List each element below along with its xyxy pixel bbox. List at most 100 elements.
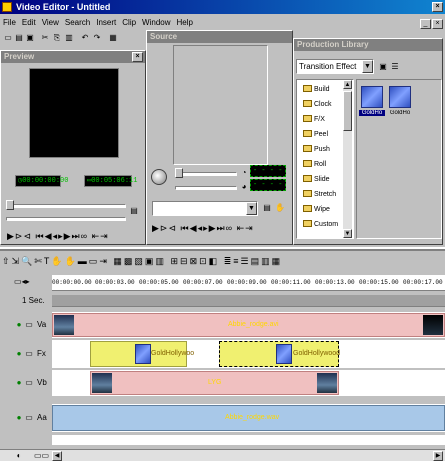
trim-tool-icon[interactable]: ⇲	[12, 256, 22, 266]
fit-icon[interactable]: ▤	[251, 256, 262, 266]
scroll-up-icon[interactable]: ▲	[343, 80, 352, 89]
track-ab-lane[interactable]	[52, 435, 445, 445]
menu-minimize-button[interactable]: _	[420, 19, 431, 29]
preview-scrub-slider[interactable]	[6, 204, 126, 208]
mask-tool-icon[interactable]: ▣	[145, 256, 156, 266]
track-lock-icon[interactable]: ▭	[24, 320, 34, 330]
source-next-icon[interactable]: ▶	[209, 223, 217, 233]
source-jump-out-icon[interactable]: ⇥	[245, 223, 254, 233]
timeline-arrow-icon[interactable]: ◂▸	[22, 277, 30, 286]
align-center-icon[interactable]: ☰	[241, 256, 251, 266]
track-enable-icon[interactable]: ●	[14, 349, 24, 359]
razor-tool-icon[interactable]: ✄	[34, 256, 44, 266]
preview-loop-icon[interactable]: ∞	[81, 231, 88, 241]
library-thumb-item[interactable]: GoldHo	[387, 84, 413, 124]
scroll-thumb[interactable]	[343, 91, 352, 131]
audio-clip[interactable]: Abbie_rodge.wav	[52, 405, 445, 431]
scroll-down-icon[interactable]: ▼	[343, 229, 352, 238]
menu-window[interactable]: Window	[139, 17, 173, 28]
source-slider-thumb-top[interactable]	[175, 168, 183, 178]
library-item-stretch[interactable]: Stretch	[303, 190, 336, 200]
fx-clip[interactable]: GoldHollywoo	[90, 341, 194, 367]
video-clip[interactable]: Abbie_rodge.avi	[52, 313, 445, 337]
source-slider-bottom[interactable]	[175, 186, 237, 190]
timeline-ruler[interactable]: 00:00:00.00 00:00:03.00 00:00:05.00 00:0…	[52, 275, 445, 291]
preview-next-icon[interactable]: ▶	[64, 231, 72, 241]
menu-close-button[interactable]: ×	[432, 19, 443, 29]
copy-icon[interactable]: ⎘	[52, 33, 62, 43]
source-jog-wheel[interactable]	[151, 169, 167, 185]
track-lock-icon[interactable]: ▭	[24, 413, 34, 423]
library-list-icon[interactable]: ☰	[390, 62, 400, 72]
track-enable-icon[interactable]: ●	[14, 378, 24, 388]
source-end-icon[interactable]: ⏭	[217, 223, 226, 233]
insert-icon[interactable]: ▦	[108, 33, 118, 43]
menu-clip[interactable]: Clip	[119, 17, 139, 28]
preview-clip-out-icon[interactable]: ⊲	[23, 231, 32, 241]
preview-jump-in-icon[interactable]: ⇤	[92, 231, 101, 241]
paste-icon[interactable]: ▥	[64, 33, 74, 43]
track-aa-lane[interactable]: Abbie_rodge.wav	[52, 404, 445, 432]
source-clip-out-icon[interactable]: ⊲	[168, 223, 177, 233]
save-icon[interactable]: ▣	[25, 33, 35, 43]
library-item-slide[interactable]: Slide	[303, 175, 330, 185]
fx-clip[interactable]: GoldHollywood	[219, 341, 340, 367]
group-tool-icon[interactable]: ▭	[89, 256, 100, 266]
insert-tool-icon[interactable]: ⇥	[99, 256, 109, 266]
preview-prev-icon[interactable]: ◀	[45, 231, 53, 241]
marker-tool-icon[interactable]: ⊠	[190, 256, 200, 266]
source-prev-icon[interactable]: ◀	[190, 223, 198, 233]
hand-tool-icon[interactable]: ✋	[65, 256, 78, 266]
library-item-build[interactable]: Build	[303, 85, 330, 95]
library-view-icon[interactable]: ▣	[378, 62, 388, 72]
track-enable-icon[interactable]: ●	[14, 320, 24, 330]
filter-tool-icon[interactable]: ▦	[113, 256, 124, 266]
track-va-lane[interactable]: Abbie_rodge.avi	[52, 312, 445, 338]
motion-tool-icon[interactable]: ▩	[124, 256, 135, 266]
source-loop-icon[interactable]: ∞	[226, 223, 233, 233]
pan-tool-icon[interactable]: ✋	[51, 256, 64, 266]
preview-scrub-thumb[interactable]	[6, 200, 14, 210]
library-thumb-item[interactable]: GoldHo	[359, 84, 385, 124]
source-list-icon[interactable]: ▤	[262, 203, 272, 213]
link-tool-icon[interactable]: ⊟	[180, 256, 190, 266]
track-lock-icon[interactable]: ▭	[24, 378, 34, 388]
menu-view[interactable]: View	[39, 17, 62, 28]
open-icon[interactable]: ▤	[14, 33, 24, 43]
track-lock-icon[interactable]: ▭	[24, 349, 34, 359]
preview-range-slider[interactable]	[6, 217, 126, 221]
timeline-splitter[interactable]	[0, 249, 445, 251]
menu-search[interactable]: Search	[62, 17, 93, 28]
library-item-push[interactable]: Push	[303, 145, 330, 155]
menu-help[interactable]: Help	[174, 17, 196, 28]
source-jump-in-icon[interactable]: ⇤	[237, 223, 246, 233]
library-item-roll[interactable]: Roll	[303, 160, 326, 170]
source-mark-out-icon[interactable]: ◕	[239, 182, 249, 192]
library-item-wipe[interactable]: Wipe	[303, 205, 330, 215]
scroll-right-icon[interactable]: ▶	[433, 451, 443, 461]
source-hand-icon[interactable]: ✋	[275, 203, 285, 213]
undo-icon[interactable]: ↶	[80, 33, 90, 43]
menu-insert[interactable]: Insert	[93, 17, 119, 28]
preview-close-button[interactable]: ×	[132, 52, 143, 62]
preview-jump-out-icon[interactable]: ⇥	[100, 231, 109, 241]
source-clip-dropdown[interactable]: ▼	[152, 201, 258, 216]
library-category-dropdown[interactable]: Transition Effect ▼	[296, 59, 374, 74]
source-play-icon[interactable]: ▶	[152, 223, 160, 233]
timeline-keyboard-icon[interactable]: ▭▭	[34, 451, 49, 461]
video-clip[interactable]: LYG	[90, 371, 339, 395]
menu-edit[interactable]: Edit	[19, 17, 39, 28]
split-tool-icon[interactable]: ⊡	[199, 256, 209, 266]
preview-list-icon[interactable]: ▤	[129, 206, 139, 216]
source-start-icon[interactable]: ⏮	[181, 223, 190, 233]
snap-tool-icon[interactable]: ⊞	[170, 256, 180, 266]
track-vb-lane[interactable]: LYG	[52, 370, 445, 396]
library-item-custom[interactable]: Custom	[303, 220, 338, 230]
audio-tool-icon[interactable]: ▥	[155, 256, 166, 266]
source-slider-top[interactable]	[175, 172, 237, 176]
preview-play-icon[interactable]: ▶	[7, 231, 15, 241]
timeline-mode-icon[interactable]: ▭	[14, 277, 22, 286]
align-right-icon[interactable]: ≡	[233, 256, 240, 266]
track-height-icon[interactable]: ▥	[261, 256, 272, 266]
cut-icon[interactable]: ✂	[40, 33, 50, 43]
